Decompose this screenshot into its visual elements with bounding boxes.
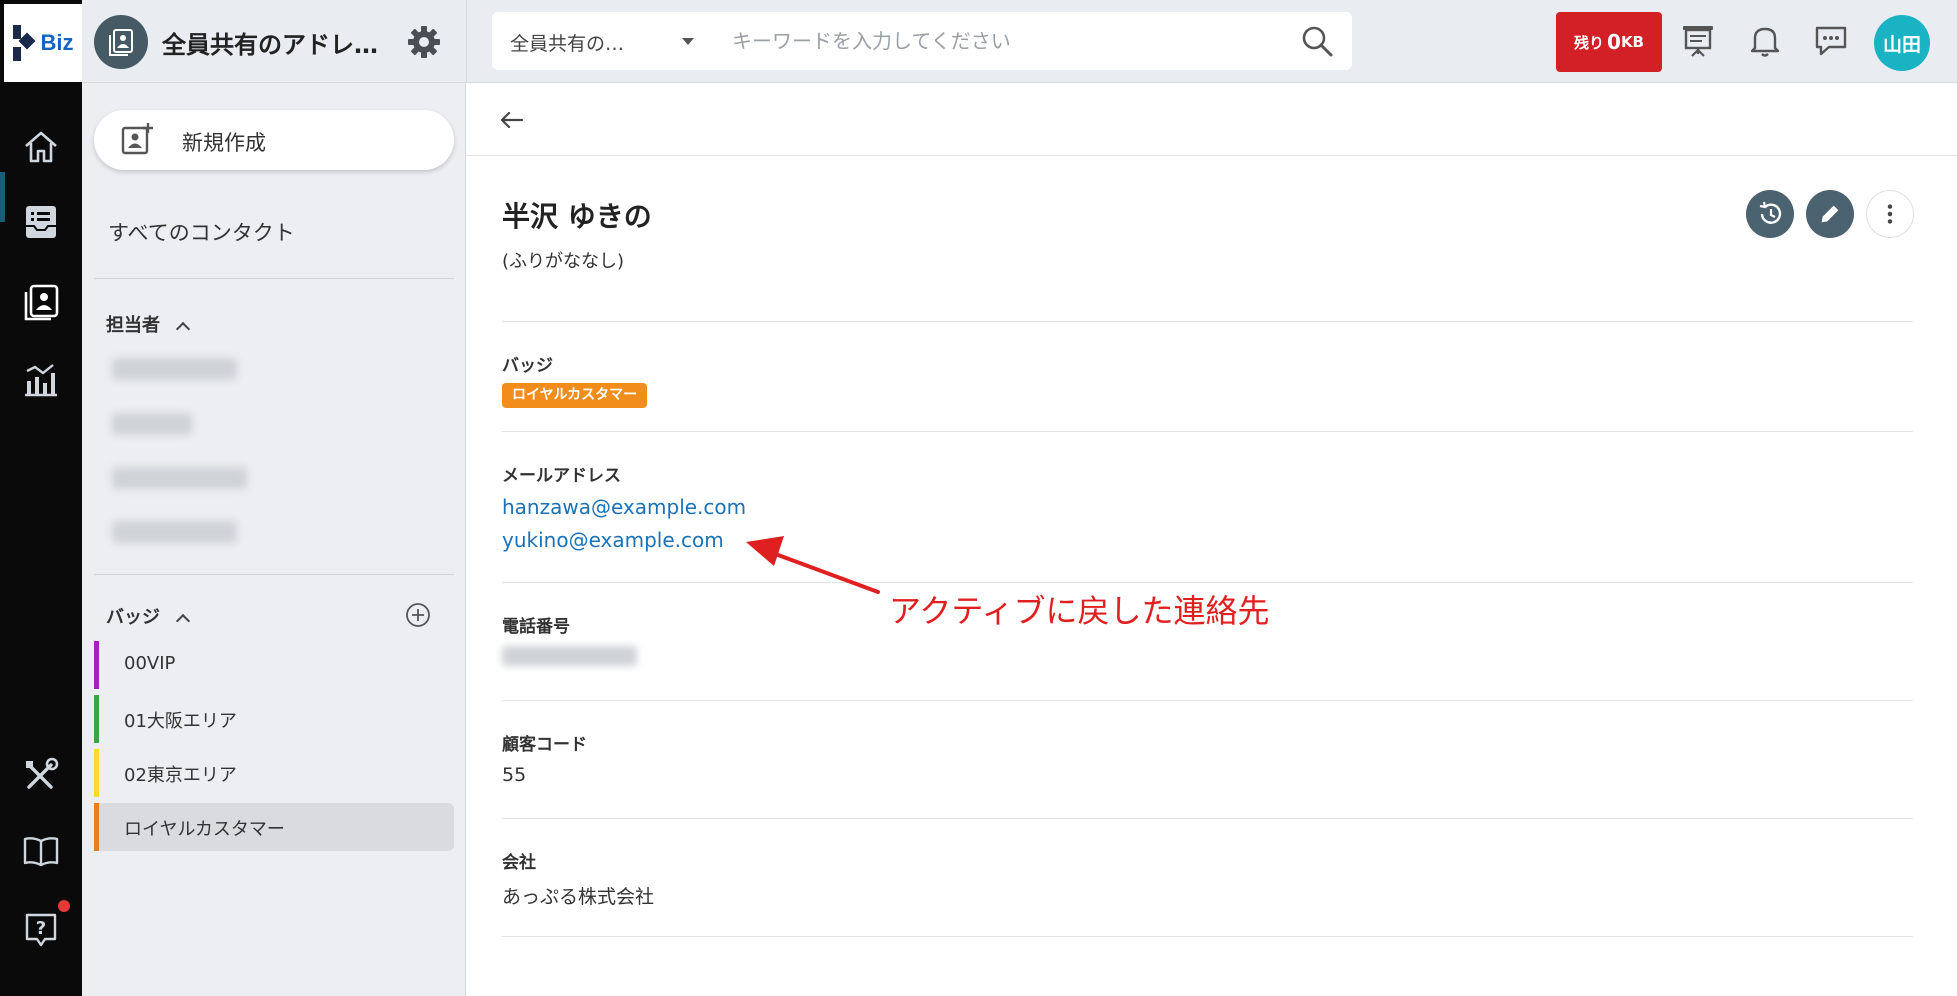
logo-text: Biz (40, 30, 74, 55)
detail-toolbar (466, 83, 1957, 156)
divider (502, 431, 1913, 432)
presentation-board-icon[interactable] (1678, 20, 1718, 60)
phone-field-label: 電話番号 (502, 617, 570, 637)
all-contacts-link[interactable]: すべてのコンタクト (108, 217, 295, 247)
biz-logo[interactable]: Biz (4, 4, 82, 82)
pencil-icon (1821, 205, 1839, 223)
badge-section-toggle[interactable]: バッジ (106, 603, 191, 629)
storage-value: 0 (1607, 30, 1621, 54)
chevron-up-icon (175, 321, 191, 337)
search-scope-select[interactable]: 全員共有の… (510, 29, 624, 56)
history-button[interactable] (1746, 190, 1794, 238)
gear-icon[interactable] (404, 22, 444, 62)
divider (502, 818, 1913, 819)
badge-item-osaka[interactable]: 01大阪エリア (94, 695, 454, 743)
more-vertical-icon (1887, 204, 1893, 224)
more-options-button[interactable] (1866, 190, 1914, 238)
analytics-button[interactable] (0, 344, 82, 414)
annotation-arrow-icon (746, 536, 880, 594)
email-field-label: メールアドレス (502, 466, 621, 486)
manual-button[interactable] (0, 816, 82, 886)
customer-code-value: 55 (502, 764, 527, 786)
divider (502, 700, 1913, 701)
chat-bubble-icon[interactable] (1811, 20, 1851, 60)
storage-remaining-button[interactable]: 残り 0 KB (1556, 12, 1662, 72)
tools-icon (26, 757, 59, 789)
contact-furigana: (ふりがななし) (502, 251, 625, 272)
owner-item-redacted[interactable] (112, 413, 192, 435)
badge-section-label: バッジ (106, 607, 160, 628)
badge-color-bar (94, 749, 99, 797)
search-icon[interactable] (1300, 24, 1334, 58)
help-question-icon: ? (25, 913, 57, 947)
annotation-text: アクティブに戻した連絡先 (889, 592, 1270, 630)
rail-active-indicator (0, 172, 5, 222)
divider (94, 278, 454, 279)
new-contact-button[interactable]: 新規作成 (94, 110, 454, 170)
badge-color-bar (94, 695, 99, 743)
contacts-icon (24, 284, 59, 321)
company-value: あっぷる株式会社 (502, 886, 655, 908)
contact-name: 半沢 ゆきの (502, 200, 652, 233)
badge-item-00vip[interactable]: 00VIP (94, 641, 454, 689)
edit-button[interactable] (1806, 190, 1854, 238)
badge-color-bar (94, 803, 99, 851)
chevron-up-icon (175, 613, 191, 629)
owner-section-label: 担当者 (106, 315, 160, 336)
book-icon (23, 837, 59, 867)
app-rail: Biz ? (0, 0, 82, 996)
divider (502, 936, 1913, 937)
owner-section-toggle[interactable]: 担当者 (106, 311, 191, 337)
email-link[interactable]: yukino@example.com (502, 528, 724, 552)
help-notification-dot (58, 900, 70, 912)
home-button[interactable] (0, 112, 82, 182)
badge-item-label: 02東京エリア (124, 765, 237, 786)
app-header: 全員共有のアドレ… (82, 0, 466, 83)
user-avatar[interactable]: 山田 (1874, 15, 1930, 71)
top-divider (466, 0, 467, 83)
storage-prefix: 残り (1574, 33, 1605, 52)
top-bar: 全員共有のアドレ… 全員共有の… 残り 0 K (82, 0, 1957, 83)
divider (94, 574, 454, 575)
address-book-app-icon (94, 15, 148, 69)
add-contact-icon (121, 123, 153, 155)
phone-value-redacted (502, 646, 637, 666)
owner-item-redacted[interactable] (112, 467, 247, 489)
inbox-list-icon (26, 206, 56, 238)
bell-icon[interactable] (1745, 20, 1785, 60)
app-title: 全員共有のアドレ… (162, 31, 378, 59)
badge-item-label: ロイヤルカスタマー (124, 819, 285, 840)
divider (502, 582, 1913, 583)
badge-item-royal-customer[interactable]: ロイヤルカスタマー (94, 803, 454, 851)
history-icon (1759, 201, 1782, 224)
caret-down-icon[interactable] (682, 38, 694, 45)
tools-button[interactable] (0, 740, 82, 810)
owner-item-redacted[interactable] (112, 521, 237, 543)
logo-mark-icon (12, 25, 35, 61)
svg-text:?: ? (36, 918, 46, 939)
owner-item-redacted[interactable] (112, 358, 237, 380)
badge-item-label: 00VIP (124, 653, 176, 674)
company-field-label: 会社 (502, 853, 536, 873)
email-link[interactable]: hanzawa@example.com (502, 495, 746, 519)
search-bar: 全員共有の… (492, 12, 1352, 70)
add-badge-icon[interactable] (404, 601, 432, 629)
contact-detail: 半沢 ゆきの (ふりがななし) バッジ ロイヤルカスタマー メールアドレス ha… (466, 83, 1957, 996)
badge-color-bar (94, 641, 99, 689)
board-button[interactable] (0, 187, 82, 257)
analytics-chart-icon (25, 364, 57, 397)
badge-item-label: 01大阪エリア (124, 711, 237, 732)
badge-item-tokyo[interactable]: 02東京エリア (94, 749, 454, 797)
badge-chip: ロイヤルカスタマー (502, 383, 648, 408)
storage-unit: KB (1620, 33, 1644, 51)
side-panel: 新規作成 すべてのコンタクト 担当者 バッジ 00VIP 01大阪エリア 02東… (82, 83, 466, 996)
back-arrow-icon[interactable] (496, 105, 526, 135)
search-input[interactable] (732, 22, 1272, 60)
divider (502, 321, 1913, 322)
badge-field-label: バッジ (502, 356, 553, 376)
customer-code-label: 顧客コード (502, 735, 587, 755)
new-contact-label: 新規作成 (182, 131, 266, 155)
home-icon (25, 131, 57, 163)
contacts-button[interactable] (0, 267, 82, 337)
